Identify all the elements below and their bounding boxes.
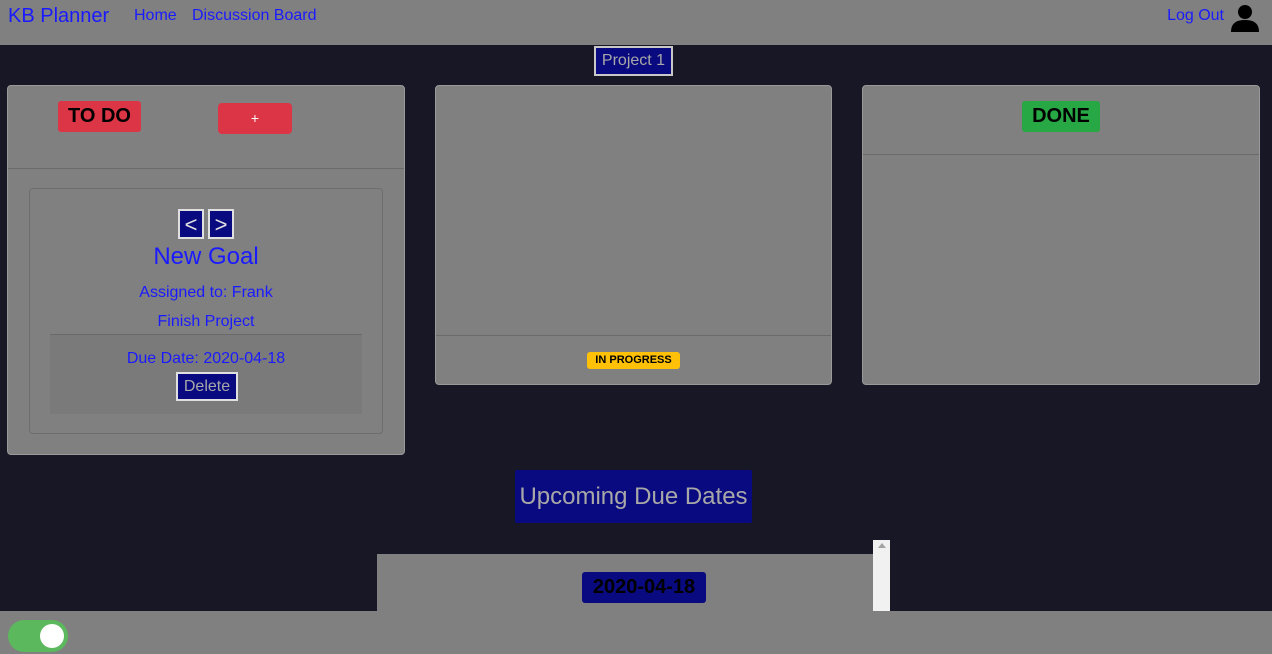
done-badge: DONE	[1022, 101, 1100, 132]
scroll-up-arrow-icon[interactable]	[878, 543, 886, 548]
todo-column-header: TO DO +	[8, 86, 404, 169]
task-due-date: Due Date: 2020-04-18	[126, 350, 286, 367]
todo-column: TO DO + < > New Goal Assigned to: Frank …	[7, 85, 405, 455]
brand-logo[interactable]: KB Planner	[8, 5, 109, 28]
logout-link[interactable]: Log Out	[1167, 7, 1224, 25]
due-dates-scrollbar[interactable]	[873, 540, 890, 611]
task-title: New Goal	[153, 243, 259, 270]
move-left-button[interactable]: <	[178, 209, 204, 239]
bottom-bar	[0, 611, 1272, 654]
top-navbar: KB Planner Home Discussion Board Log Out	[0, 0, 1272, 45]
upcoming-due-dates-button[interactable]: Upcoming Due Dates	[515, 470, 752, 523]
done-column: DONE	[862, 85, 1260, 385]
in-progress-badge: IN PROGRESS	[587, 352, 680, 369]
done-column-header: DONE	[863, 86, 1259, 155]
todo-badge: TO DO	[58, 101, 141, 132]
task-assignee: Assigned to: Frank	[139, 284, 273, 301]
add-task-button[interactable]: +	[218, 103, 292, 134]
theme-toggle[interactable]	[8, 620, 68, 652]
project-button[interactable]: Project 1	[594, 46, 673, 76]
user-icon[interactable]	[1230, 3, 1260, 33]
in-progress-column: IN PROGRESS	[435, 85, 832, 385]
toggle-knob	[40, 624, 64, 648]
nav-link-home[interactable]: Home	[134, 7, 177, 25]
due-date-badge: 2020-04-18	[582, 572, 706, 603]
in-progress-column-footer: IN PROGRESS	[436, 335, 831, 384]
delete-task-button[interactable]: Delete	[176, 372, 238, 401]
task-description: Finish Project	[157, 313, 255, 330]
task-card-footer: Due Date: 2020-04-18 Delete	[50, 334, 362, 414]
task-card: < > New Goal Assigned to: Frank Finish P…	[29, 188, 383, 434]
due-dates-panel: 2020-04-18	[377, 554, 873, 611]
nav-link-discussion-board[interactable]: Discussion Board	[192, 7, 317, 25]
move-right-button[interactable]: >	[208, 209, 234, 239]
